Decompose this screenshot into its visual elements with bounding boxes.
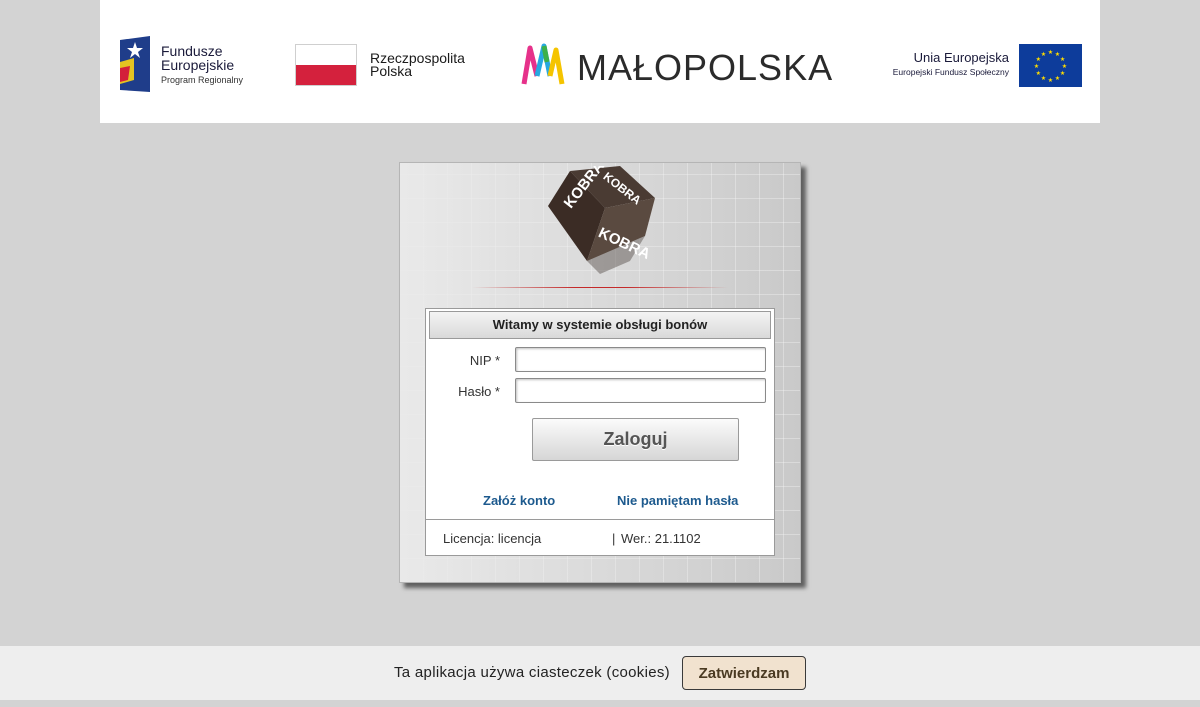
- eu-star-icon: ★: [1060, 70, 1065, 77]
- license-footer: Licencja: licencja | Wer.: 21.1102: [425, 520, 775, 556]
- nip-label: NIP *: [469, 353, 500, 368]
- fundusze-europejskie-logo: Fundusze Europejskie Program Regionalny: [120, 36, 270, 94]
- unia-europejska-logo: Unia Europejska Europejski Fundusz Społe…: [870, 44, 1085, 88]
- rzeczpospolita-polska-logo: Rzeczpospolita Polska: [295, 44, 495, 88]
- fe-logo-line2: Europejskie: [161, 57, 235, 73]
- malopolska-logo: MAŁOPOLSKA: [520, 42, 840, 88]
- password-input[interactable]: [515, 378, 766, 403]
- eu-star-icon: ★: [1041, 51, 1046, 58]
- fe-logo-line3: Program Regionalny: [161, 75, 244, 85]
- version-text: Wer.: 21.1102: [621, 531, 701, 546]
- eu-star-icon: ★: [1048, 77, 1053, 84]
- password-label: Hasło *: [458, 384, 500, 399]
- malopolska-wordmark: MAŁOPOLSKA: [577, 47, 834, 88]
- fe-logo-line1: Fundusze: [161, 43, 223, 59]
- login-heading: Witamy w systemie obsługi bonów: [429, 311, 771, 339]
- cookie-message: Ta aplikacja używa ciasteczek (cookies): [394, 664, 670, 681]
- malopolska-m-icon: [521, 43, 565, 85]
- eu-star-icon: ★: [1036, 70, 1041, 77]
- eu-star-icon: ★: [1062, 63, 1067, 70]
- fundusze-europejskie-emblem-icon: [120, 36, 150, 92]
- divider-line: [472, 287, 728, 288]
- eu-star-icon: ★: [1041, 75, 1046, 82]
- nip-input[interactable]: [515, 347, 766, 372]
- eu-star-icon: ★: [1048, 49, 1053, 56]
- cookie-accept-button[interactable]: Zatwierdzam: [682, 656, 806, 690]
- footer-separator: |: [612, 531, 616, 546]
- eu-star-icon: ★: [1060, 56, 1065, 63]
- register-link[interactable]: Załóż konto: [483, 493, 555, 508]
- eu-star-icon: ★: [1034, 63, 1039, 70]
- cookie-bar: Ta aplikacja używa ciasteczek (cookies) …: [0, 646, 1200, 700]
- eu-star-icon: ★: [1055, 75, 1060, 82]
- kobra-cube-logo: KOBRA KOBRA KOBRA: [548, 166, 655, 274]
- poland-flag-icon: [295, 44, 357, 86]
- login-form: Witamy w systemie obsługi bonów NIP * Ha…: [425, 308, 775, 520]
- forgot-password-link[interactable]: Nie pamiętam hasła: [617, 493, 738, 508]
- login-panel: KOBRA KOBRA KOBRA Witamy w systemie obsł…: [399, 162, 801, 583]
- rp-logo-line2: Polska: [370, 63, 413, 79]
- login-button[interactable]: Zaloguj: [532, 418, 739, 461]
- eu-flag-icon: ★ ★ ★ ★ ★ ★ ★ ★ ★ ★ ★ ★: [1019, 44, 1082, 87]
- license-text: Licencja: licencja: [443, 531, 542, 546]
- eu-logo-line1: Unia Europejska: [913, 50, 1009, 65]
- eu-logo-line2: Europejski Fundusz Społeczny: [892, 67, 1009, 77]
- header-banner: Fundusze Europejskie Program Regionalny …: [100, 0, 1100, 123]
